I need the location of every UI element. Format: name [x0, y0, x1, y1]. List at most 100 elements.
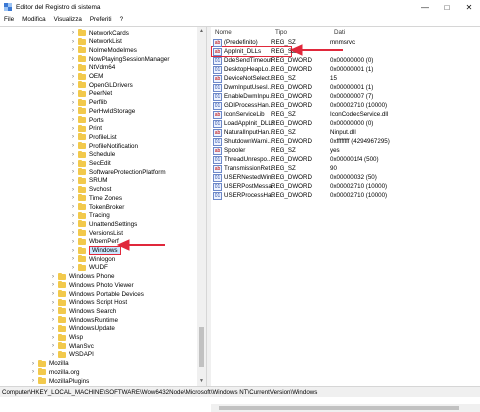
value-data: 0x00002710 (10000): [330, 183, 387, 190]
chevron-right-icon[interactable]: ›: [70, 30, 76, 36]
value-row[interactable]: 01USERNestedWin...REG_DWORD0x00000032 (5…: [211, 173, 480, 182]
chevron-right-icon[interactable]: ›: [50, 335, 56, 341]
value-row[interactable]: abNaturalInputHan...REG_SZNinput.dll: [211, 128, 480, 137]
chevron-right-icon[interactable]: ›: [50, 300, 56, 306]
chevron-right-icon[interactable]: ›: [70, 74, 76, 80]
values-pane[interactable]: Nome Tipo Dati ab(Predefinito)REG_SZmnms…: [211, 27, 480, 387]
value-name: AppInit_DLLs: [224, 48, 274, 55]
close-button[interactable]: ✕: [458, 0, 480, 14]
value-row[interactable]: abIconServiceLibREG_SZIconCodecService.d…: [211, 110, 480, 119]
chevron-right-icon[interactable]: ›: [50, 343, 56, 349]
chevron-right-icon[interactable]: ›: [70, 91, 76, 97]
chevron-right-icon[interactable]: ›: [50, 308, 56, 314]
title-bar[interactable]: Editor del Registro di sistema — □ ✕: [0, 0, 480, 14]
column-header-type[interactable]: Tipo: [275, 27, 287, 37]
tree-pane[interactable]: ›NetworkCards›NetworkList›NoImeModeImes›…: [0, 27, 206, 387]
value-data: 0x00002710 (10000): [330, 192, 387, 199]
h-scrollbar-thumb[interactable]: [219, 406, 459, 410]
chevron-right-icon[interactable]: ›: [70, 56, 76, 62]
value-row[interactable]: 01USERPostMessa...REG_DWORD0x00002710 (1…: [211, 182, 480, 191]
value-row[interactable]: 01LoadAppInit_DLLsREG_DWORD0x00000000 (0…: [211, 119, 480, 128]
folder-icon: [78, 108, 86, 114]
chevron-right-icon[interactable]: ›: [70, 187, 76, 193]
value-data: 0x000001f4 (500): [330, 156, 379, 163]
chevron-right-icon[interactable]: ›: [70, 230, 76, 236]
chevron-right-icon[interactable]: ›: [70, 161, 76, 167]
tree-item-label: MozillaPlugins: [49, 378, 89, 385]
chevron-right-icon[interactable]: ›: [30, 378, 36, 384]
maximize-button[interactable]: □: [436, 0, 458, 14]
tree-item-label: WUDF: [89, 264, 108, 271]
column-header-name[interactable]: Nome: [215, 27, 232, 37]
value-type: REG_DWORD: [271, 183, 312, 190]
chevron-right-icon[interactable]: ›: [70, 169, 76, 175]
scroll-down-arrow-icon[interactable]: ▼: [198, 378, 205, 385]
chevron-right-icon[interactable]: ›: [70, 39, 76, 45]
chevron-right-icon[interactable]: ›: [70, 65, 76, 71]
value-row[interactable]: abSpoolerREG_SZyes: [211, 146, 480, 155]
column-header-data[interactable]: Dati: [334, 27, 345, 37]
tree-item-label: WindowsUpdate: [69, 325, 115, 332]
value-row[interactable]: 01DesktopHeapLo...REG_DWORD0x00000001 (1…: [211, 65, 480, 74]
ab-icon: ab: [213, 147, 222, 155]
value-row[interactable]: ab(Predefinito)REG_SZmnmsrvc: [211, 38, 480, 47]
chevron-right-icon[interactable]: ›: [70, 256, 76, 262]
chevron-right-icon[interactable]: ›: [70, 204, 76, 210]
value-row[interactable]: 01ShutdownWarni...REG_DWORD0xffffffff (4…: [211, 137, 480, 146]
tree-item-label: PeerNet: [89, 90, 112, 97]
chevron-right-icon[interactable]: ›: [30, 369, 36, 375]
tree-item-label: Ports: [89, 117, 104, 124]
chevron-right-icon[interactable]: ›: [70, 248, 76, 254]
tree-item-label: WindowsRuntime: [69, 317, 118, 324]
folder-icon: [78, 74, 86, 80]
menu-file[interactable]: File: [4, 16, 14, 23]
value-row[interactable]: 01ThreadUnrespo...REG_DWORD0x000001f4 (5…: [211, 155, 480, 164]
chevron-right-icon[interactable]: ›: [70, 143, 76, 149]
tree-scrollbar[interactable]: ▲ ▼: [197, 27, 206, 387]
chevron-right-icon[interactable]: ›: [30, 361, 36, 367]
folder-icon: [78, 221, 86, 227]
value-row[interactable]: abDeviceNotSelect...REG_SZ15: [211, 74, 480, 83]
value-row[interactable]: abTransmissionRet...REG_SZ90: [211, 164, 480, 173]
chevron-right-icon[interactable]: ›: [50, 291, 56, 297]
chevron-right-icon[interactable]: ›: [50, 274, 56, 280]
menu-visualizza[interactable]: Visualizza: [54, 16, 82, 23]
chevron-right-icon[interactable]: ›: [70, 265, 76, 271]
chevron-right-icon[interactable]: ›: [70, 126, 76, 132]
value-row[interactable]: 01DwmInputUsesI...REG_DWORD0x00000001 (1…: [211, 83, 480, 92]
value-row[interactable]: abAppInit_DLLsREG_SZ: [211, 47, 480, 56]
tree-item-label: Windows Portable Devices: [69, 291, 144, 298]
chevron-right-icon[interactable]: ›: [70, 239, 76, 245]
chevron-right-icon[interactable]: ›: [70, 178, 76, 184]
chevron-right-icon[interactable]: ›: [50, 317, 56, 323]
chevron-right-icon[interactable]: ›: [70, 117, 76, 123]
chevron-right-icon[interactable]: ›: [50, 326, 56, 332]
chevron-right-icon[interactable]: ›: [70, 47, 76, 53]
folder-icon: [78, 230, 86, 236]
chevron-right-icon[interactable]: ›: [70, 221, 76, 227]
chevron-right-icon[interactable]: ›: [70, 152, 76, 158]
minimize-button[interactable]: —: [414, 0, 436, 14]
chevron-right-icon[interactable]: ›: [70, 82, 76, 88]
menu-help[interactable]: ?: [120, 16, 124, 23]
scroll-up-arrow-icon[interactable]: ▲: [198, 28, 205, 35]
menu-preferiti[interactable]: Preferiti: [90, 16, 112, 23]
chevron-right-icon[interactable]: ›: [50, 352, 56, 358]
value-row[interactable]: 01USERProcessHa...REG_DWORD0x00002710 (1…: [211, 191, 480, 200]
value-type: REG_SZ: [271, 39, 296, 46]
chevron-right-icon[interactable]: ›: [70, 100, 76, 106]
folder-icon: [38, 361, 46, 367]
scrollbar-thumb[interactable]: [199, 327, 204, 367]
chevron-right-icon[interactable]: ›: [70, 108, 76, 114]
tree-item-label: Schedule: [89, 151, 115, 158]
value-row[interactable]: 01GDIProcessHan...REG_DWORD0x00002710 (1…: [211, 101, 480, 110]
chevron-right-icon[interactable]: ›: [70, 134, 76, 140]
values-h-scrollbar[interactable]: [211, 404, 480, 412]
tree-item-label: Windows Photo Viewer: [69, 282, 134, 289]
chevron-right-icon[interactable]: ›: [70, 195, 76, 201]
menu-modifica[interactable]: Modifica: [22, 16, 45, 23]
value-row[interactable]: 01DdeSendTimeoutREG_DWORD0x00000000 (0): [211, 56, 480, 65]
value-row[interactable]: 01EnableDwmInpu...REG_DWORD0x00000007 (7…: [211, 92, 480, 101]
chevron-right-icon[interactable]: ›: [70, 213, 76, 219]
chevron-right-icon[interactable]: ›: [50, 282, 56, 288]
